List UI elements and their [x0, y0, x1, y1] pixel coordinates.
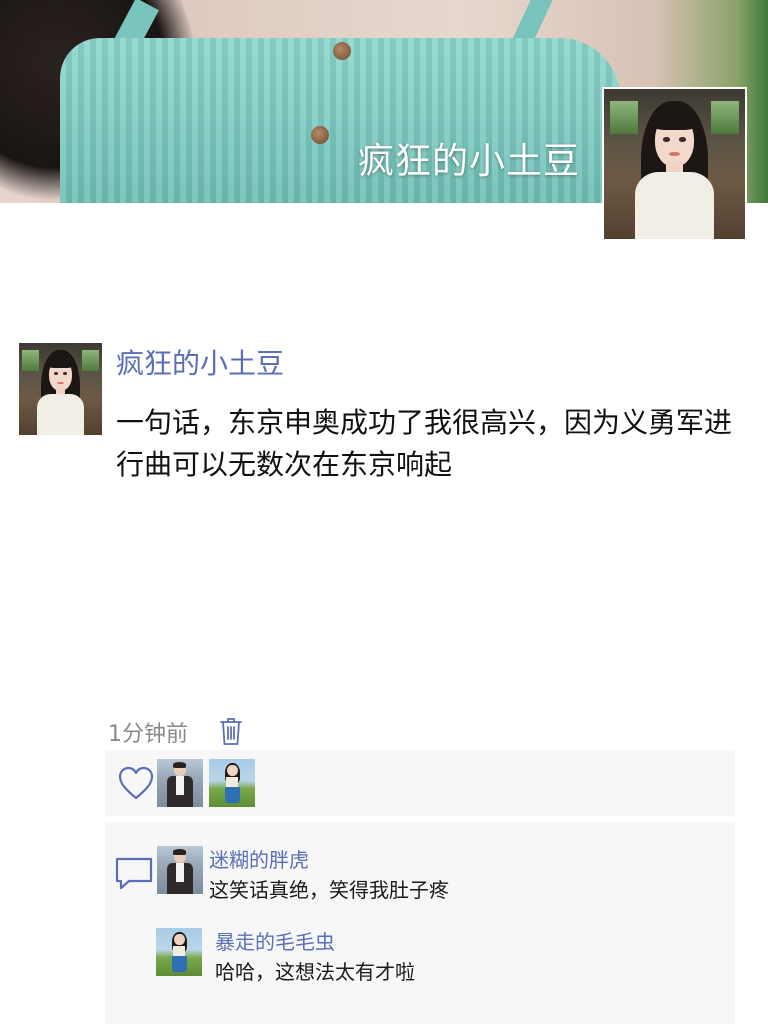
commenter-name[interactable]: 暴走的毛毛虫	[215, 926, 335, 955]
cover-dress-button	[333, 42, 351, 60]
avatar-bangs	[46, 354, 75, 368]
avatar-eye	[678, 137, 686, 142]
liker-avatar[interactable]	[209, 759, 255, 807]
likes-panel	[105, 750, 735, 816]
avatar-hair	[172, 848, 187, 855]
avatar-lip	[57, 381, 64, 384]
avatar-bangs	[650, 108, 699, 130]
cover-username: 疯狂的小土豆	[357, 141, 580, 182]
window-bg	[82, 350, 99, 371]
post-author-avatar[interactable]	[19, 343, 102, 435]
window-bg	[609, 101, 638, 134]
liker-avatar[interactable]	[157, 759, 203, 807]
avatar-top	[635, 171, 714, 239]
window-bg	[22, 350, 39, 371]
commenter-name[interactable]: 迷糊的胖虎	[209, 844, 309, 873]
avatar-head	[174, 933, 185, 946]
avatar-head	[227, 764, 238, 777]
commenter-avatar[interactable]	[157, 846, 203, 894]
avatar-lip	[668, 152, 681, 156]
avatar-shirt	[176, 776, 184, 796]
avatar-skirt	[224, 786, 241, 804]
post-timestamp: 1分钟前	[108, 722, 188, 747]
post-author-name[interactable]: 疯狂的小土豆	[116, 342, 284, 382]
commenter-avatar[interactable]	[156, 928, 202, 976]
post-text: 一句话，东京申奥成功了我很高兴，因为义勇军进行曲可以无数次在东京响起	[116, 406, 733, 481]
comment-bubble-icon[interactable]	[113, 855, 155, 893]
avatar-eye	[663, 137, 671, 142]
cover-dress-button	[311, 126, 329, 144]
avatar-hair	[172, 761, 187, 768]
heart-icon[interactable]	[117, 765, 155, 801]
profile-avatar[interactable]	[602, 87, 747, 241]
avatar-top	[37, 393, 84, 435]
avatar-skirt	[171, 955, 188, 973]
comment-text: 这笑话真绝，笑得我肚子疼	[209, 878, 449, 902]
avatar-shirt	[176, 863, 184, 883]
trash-icon[interactable]	[219, 716, 243, 746]
window-bg	[711, 101, 740, 134]
comment-text: 哈哈，这想法太有才啦	[215, 960, 415, 984]
comments-panel: 迷糊的胖虎 这笑话真绝，笑得我肚子疼 暴走的毛毛虫 哈哈，这想法太有才啦	[105, 822, 735, 1024]
